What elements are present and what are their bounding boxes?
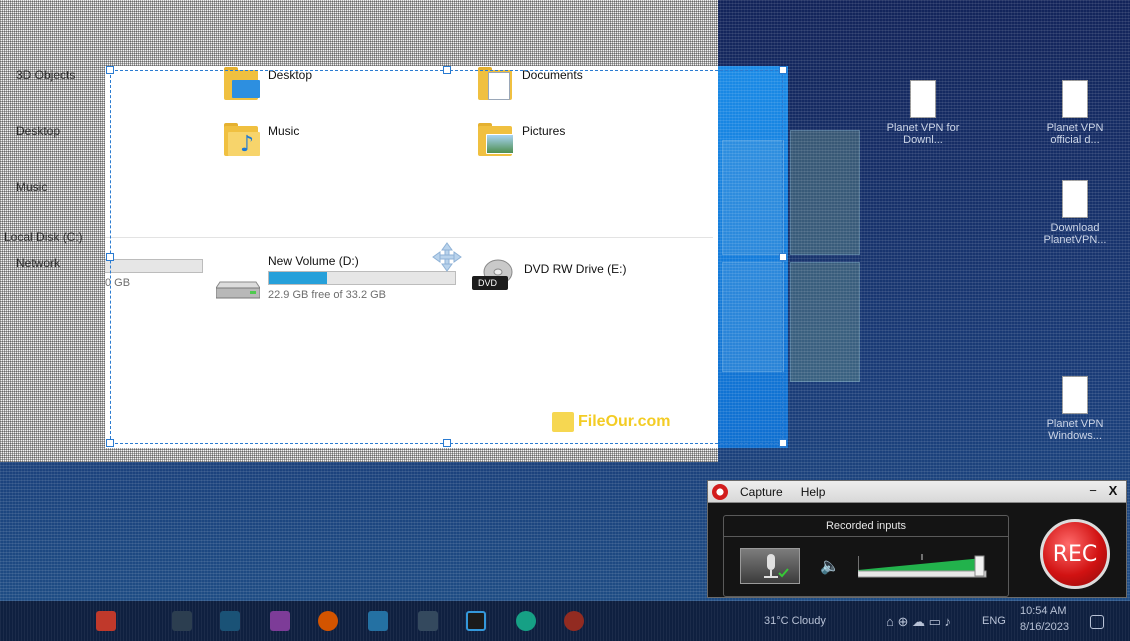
sidebar-item[interactable]: 3D Objects (16, 68, 75, 82)
folder-pictures[interactable]: Pictures (476, 122, 565, 158)
recorder-menubar: Capture Help − X (708, 481, 1126, 503)
volume-slider[interactable] (857, 552, 990, 578)
folder-label: Desktop (268, 68, 313, 82)
resize-handle[interactable] (779, 253, 787, 261)
hard-drive-icon (215, 274, 261, 302)
resize-handle[interactable] (106, 439, 114, 447)
dvd-drive-icon: DVD (470, 256, 516, 296)
windows-logo-pane (790, 130, 860, 255)
folder-music[interactable]: ♪ Music (222, 122, 299, 158)
microphone-icon (764, 554, 789, 578)
microphone-toggle[interactable] (740, 548, 800, 584)
folder-desktop[interactable]: Desktop (222, 66, 312, 102)
app-logo-icon (712, 483, 728, 500)
folder-label: Pictures (522, 124, 566, 138)
notification-icon[interactable] (1090, 615, 1104, 629)
chrome-icon[interactable] (318, 611, 338, 631)
app-icon[interactable] (466, 611, 486, 631)
file-icon (910, 80, 936, 118)
file-icon (1062, 180, 1088, 218)
drive-usage-bar (268, 271, 456, 285)
desktop-shortcut-label: Planet VPN Windows... (1046, 418, 1104, 442)
desktop-shortcut[interactable]: Planet VPN official d... (1030, 80, 1120, 146)
maps-icon[interactable] (516, 611, 536, 631)
folder-logo-icon (552, 412, 574, 432)
drive-free-space: 0 GB (105, 277, 131, 289)
speaker-icon: 🔈 (820, 558, 840, 575)
resize-handle[interactable] (106, 66, 114, 74)
panel-title: Recorded inputs (724, 516, 1008, 537)
windows-logo-backdrop (718, 66, 788, 448)
desktop-shortcut[interactable]: Download PlanetVPN... (1030, 180, 1120, 246)
folder-documents[interactable]: Documents (476, 66, 583, 102)
menu-capture[interactable]: Capture (740, 485, 783, 499)
recorder-app-icon[interactable] (564, 611, 584, 631)
minimize-button[interactable]: − (1084, 483, 1102, 499)
desktop-shortcut[interactable]: Planet VPN Windows... (1030, 376, 1120, 442)
windows-logo-pane (722, 262, 784, 372)
resize-handle[interactable] (443, 66, 451, 74)
desktop-shortcut[interactable]: Planet VPN for Downl... (878, 80, 968, 146)
drive-new-volume[interactable]: New Volume (D:) 22.9 GB free of 33.2 GB (215, 254, 456, 302)
watermark-text: FileOur.com (578, 413, 671, 430)
dvd-badge: DVD (478, 278, 498, 288)
drive-label: DVD RW Drive (E:) (524, 262, 627, 276)
sidebar-item[interactable]: Network (16, 256, 60, 270)
task-view-icon[interactable] (172, 611, 192, 631)
close-button[interactable]: X (1104, 483, 1122, 499)
drive-dvd[interactable]: DVD DVD RW Drive (E:) (470, 256, 626, 296)
taskbar: 31°C Cloudy ⌂ ⊕ ☁ ▭ ♪ ENG 10:54 AM 8/16/… (0, 601, 1130, 641)
resize-handle[interactable] (106, 253, 114, 261)
documents-folder-icon (476, 66, 516, 102)
windows-logo-pane (790, 262, 860, 382)
desktop-shortcut-label: Planet VPN official d... (1046, 122, 1104, 146)
drive-free-space: 22.9 GB free of 33.2 GB (268, 289, 387, 301)
sidebar-item[interactable]: Desktop (16, 124, 60, 138)
watermark-logo: FileOur.com (552, 412, 670, 432)
desktop-shortcut-label: Download PlanetVPN... (1043, 222, 1107, 246)
clock-time[interactable]: 10:54 AM (1020, 605, 1066, 617)
pictures-folder-icon (476, 122, 516, 158)
system-tray-icons[interactable]: ⌂ ⊕ ☁ ▭ ♪ (886, 614, 951, 630)
record-button[interactable]: REC (1040, 519, 1110, 589)
clock-date[interactable]: 8/16/2023 (1020, 621, 1069, 633)
recorder-window: Capture Help − X Recorded inputs 🔈 REC (707, 480, 1127, 598)
folder-label: Documents (522, 68, 583, 82)
recorded-inputs-panel: Recorded inputs 🔈 (723, 515, 1009, 597)
sidebar-item[interactable]: Music (16, 180, 47, 194)
weather-widget[interactable]: 31°C Cloudy (764, 615, 826, 627)
record-label: REC (1052, 541, 1098, 567)
music-folder-icon: ♪ (222, 122, 262, 158)
app-icon[interactable] (418, 611, 438, 631)
move-cursor-icon (432, 242, 462, 272)
desktop-folder-icon (222, 66, 262, 102)
resize-handle[interactable] (779, 439, 787, 447)
desktop-shortcut-label: Planet VPN for Downl... (886, 122, 960, 146)
app-icon[interactable] (270, 611, 290, 631)
start-app-icon[interactable] (96, 611, 116, 631)
drive-label: New Volume (D:) (268, 254, 359, 268)
sidebar-item[interactable]: Local Disk (C:) (4, 230, 83, 244)
file-icon (1062, 80, 1088, 118)
language-indicator[interactable]: ENG (982, 615, 1006, 627)
section-divider (105, 237, 713, 238)
phone-app-icon[interactable] (220, 611, 240, 631)
drive-local-disk[interactable]: 0 GB (105, 256, 203, 289)
drive-usage-bar (105, 259, 203, 273)
resize-handle[interactable] (779, 66, 787, 74)
resize-handle[interactable] (443, 439, 451, 447)
menu-help[interactable]: Help (801, 485, 826, 499)
file-icon (1062, 376, 1088, 414)
folder-label: Music (268, 124, 300, 138)
windows-logo-pane (722, 140, 784, 255)
app-icon[interactable] (368, 611, 388, 631)
